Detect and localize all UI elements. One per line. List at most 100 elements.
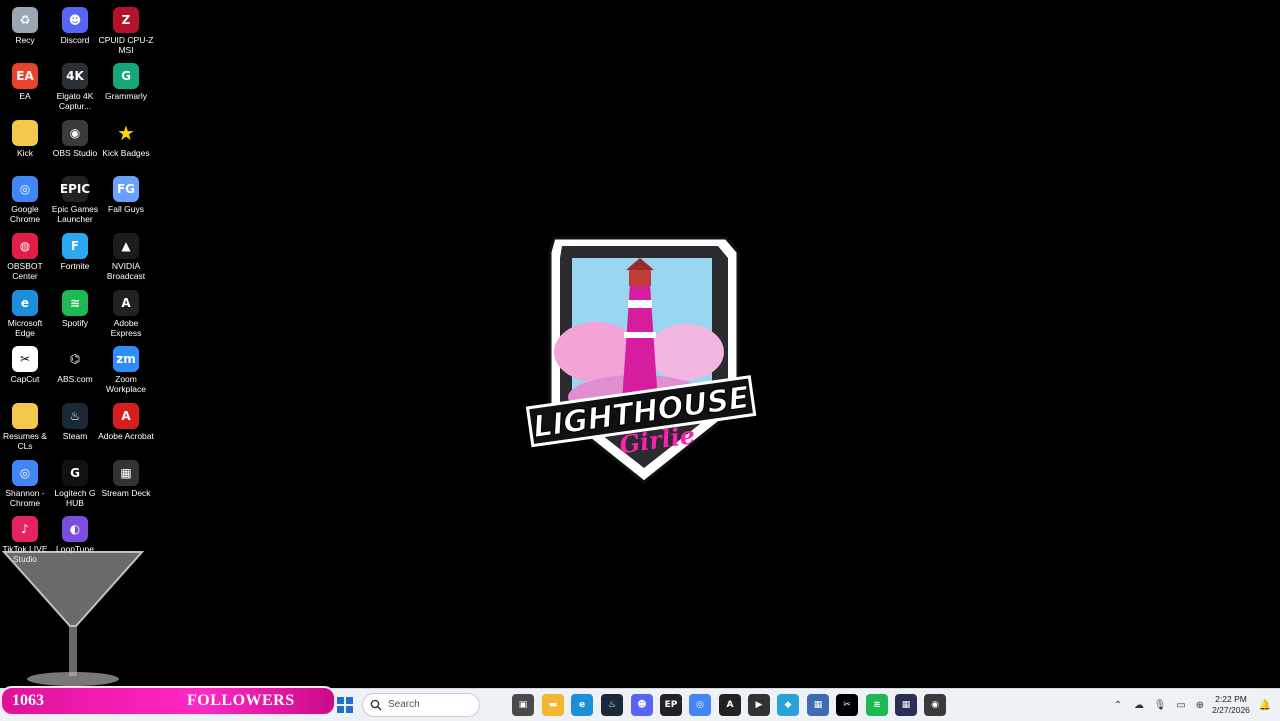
desktop-icon-kick[interactable]: Kick (0, 117, 50, 173)
cpuz-icon: Z (113, 7, 139, 33)
epic-games-icon: EP (664, 700, 678, 710)
desktop-icon-steam[interactable]: ♨ Steam (50, 400, 100, 456)
desktop-icon-zoom[interactable]: zm Zoom Workplace (101, 343, 151, 399)
desktop-icon-capcut[interactable]: ✂ CapCut (0, 343, 50, 399)
desktop-icon-elgato[interactable]: 4K Elgato 4K Captur... (50, 60, 100, 116)
discord-icon: ☻ (637, 700, 647, 710)
desktop-icon-epic[interactable]: EPIC Epic Games Launcher (50, 173, 100, 229)
desktop-icon-label: CPUID CPU-Z MSI (98, 35, 154, 55)
grammarly-icon: G (113, 63, 139, 89)
network-icon[interactable]: ⊕ (1193, 698, 1207, 712)
taskbar-app-epic-games[interactable]: EP (660, 694, 682, 716)
taskbar-app-steam[interactable]: ♨ (601, 694, 623, 716)
desktop-icon-abs[interactable]: ⌬ ABS.com (50, 343, 100, 399)
desktop-icon-label: Shannon - Chrome (5, 488, 45, 508)
taskbar-app-edge[interactable]: e (571, 694, 593, 716)
desktop-icon-logitech[interactable]: G Logitech G HUB (50, 457, 100, 513)
tiktok-icon: ♪ (12, 516, 38, 542)
taskbar-app-adobe-express[interactable]: A (719, 694, 741, 716)
microphone-icon[interactable]: 🎙 (1153, 698, 1167, 712)
desktop-icon-obsbot[interactable]: ◍ OBSBOT Center (0, 230, 50, 286)
desktop-icon-discord[interactable]: ☻ Discord (50, 4, 100, 60)
desktop-icon-label: OBS Studio (52, 148, 98, 158)
edge-icon: e (578, 700, 586, 710)
spotify-icon: ≋ (62, 290, 88, 316)
desktop-icon-resumes[interactable]: Resumes & CLs (0, 400, 50, 456)
lighthouse-girlie-logo: LIGHTHOUSE Girlie (526, 236, 757, 484)
desktop-icon-label: Fortnite (60, 261, 90, 271)
adobe-express-icon: A (726, 700, 734, 710)
desktop-icon-acrobat[interactable]: A Adobe Acrobat (98, 400, 154, 456)
desktop-icon-fortnite[interactable]: F Fortnite (50, 230, 100, 286)
desktop-icon-cpuid[interactable]: Z CPUID CPU-Z MSI (98, 4, 154, 60)
desktop-icon-label: Steam (62, 431, 88, 441)
desktop-icon-grammarly[interactable]: G Grammarly (101, 60, 151, 116)
desktop-icon-label: Resumes & CLs (3, 431, 47, 451)
taskbar-app-streamdeck[interactable]: ▦ (895, 694, 917, 716)
desktop-icon-label: Elgato 4K Captur... (56, 91, 94, 111)
epic-games-icon: EPIC (60, 176, 90, 202)
taskbar-app-discord[interactable]: ☻ (631, 694, 653, 716)
taskbar-app-chrome[interactable]: ◎ (689, 694, 711, 716)
taskbar-app-store[interactable]: ◆ (777, 694, 799, 716)
taskbar-app-calculator[interactable]: ▦ (807, 694, 829, 716)
notification-bell-icon[interactable]: 🔔 (1258, 698, 1272, 712)
task-view-icon: ▣ (518, 700, 528, 710)
logitech-icon: G (62, 460, 88, 486)
desktop-icon-label: Adobe Express (110, 318, 142, 338)
followers-label: FOLLOWERS (187, 692, 295, 709)
obsbot-icon: ◍ (12, 233, 38, 259)
search-placeholder: Search (388, 699, 420, 710)
stream-deck-icon: ▦ (901, 700, 911, 710)
taskbar-app-media-player[interactable]: ▶ (748, 694, 770, 716)
search-icon (370, 699, 382, 711)
desktop: ♻ Recy ☻ Discord Z CPUID CPU-Z MSI EA EA 4K Elgat… (0, 0, 1280, 688)
desktop-icon-shannon-chrome[interactable]: ◎ Shannon - Chrome (0, 457, 50, 513)
zoom-icon: zm (113, 346, 139, 372)
file-explorer-icon: ▬ (548, 700, 558, 710)
desktop-icon-label: Recy (15, 35, 35, 45)
followers-goal-target: 1500 (438, 692, 468, 708)
looptune-icon: ◐ (62, 516, 88, 542)
desktop-icon-fallguys[interactable]: FG Fall Guys (101, 173, 151, 229)
stream-deck-icon: ▦ (113, 460, 139, 486)
desktop-icon-chrome[interactable]: ◎ Google Chrome (0, 173, 50, 229)
obs-icon: ◉ (62, 120, 88, 146)
desktop-icon-recycle-bin[interactable]: ♻ Recy (0, 4, 50, 60)
taskbar-app-capcut[interactable]: ✂ (836, 694, 858, 716)
display-icon[interactable]: ▭ (1174, 698, 1188, 712)
taskbar-app-obs[interactable]: ◉ (924, 694, 946, 716)
recycle-bin-icon: ♻ (12, 7, 38, 33)
chrome-icon: ◎ (12, 460, 38, 486)
capcut-icon: ✂ (12, 346, 38, 372)
desktop-icon-label: Microsoft Edge (7, 318, 43, 338)
desktop-icon-label: Adobe Acrobat (98, 431, 154, 441)
adobe-express-icon: A (113, 290, 139, 316)
cloud-off-icon[interactable]: ☁ (1132, 698, 1146, 712)
folder-icon (12, 120, 38, 146)
taskbar-app-spotify[interactable]: ≋ (866, 694, 888, 716)
taskbar-app-file-explorer[interactable]: ▬ (542, 694, 564, 716)
desktop-icon-label: Kick Badges (102, 148, 150, 158)
desktop-icon-nvidia[interactable]: ▲ NVIDIA Broadcast (101, 230, 151, 286)
taskbar-app-task-view[interactable]: ▣ (512, 694, 534, 716)
taskbar-clock[interactable]: 2:22 PM 2/27/2026 (1208, 694, 1254, 716)
desktop-icon-label: Google Chrome (9, 204, 41, 224)
edge-icon: e (12, 290, 38, 316)
followers-goal-bar: 1063 FOLLOWERS (0, 686, 336, 716)
desktop-icon-ea[interactable]: EA EA (0, 60, 50, 116)
desktop-icon-label: NVIDIA Broadcast (106, 261, 146, 281)
elgato-icon: 4K (62, 63, 88, 89)
desktop-icon-streamdeck[interactable]: ▦ Stream Deck (101, 457, 151, 513)
desktop-icon-edge[interactable]: e Microsoft Edge (0, 287, 50, 343)
folder-icon (12, 403, 38, 429)
desktop-icon-kick-badges[interactable]: ★ Kick Badges (101, 117, 151, 173)
windows-start-icon[interactable] (337, 697, 353, 713)
desktop-icon-spotify[interactable]: ≋ Spotify (50, 287, 100, 343)
steam-icon: ♨ (62, 403, 88, 429)
desktop-icon-adobe-express[interactable]: A Adobe Express (101, 287, 151, 343)
desktop-icon-obs[interactable]: ◉ OBS Studio (50, 117, 100, 173)
spotify-icon: ≋ (873, 700, 881, 710)
desktop-icon-label: Fall Guys (108, 204, 144, 214)
chevron-up-icon[interactable]: ⌃ (1111, 698, 1125, 712)
